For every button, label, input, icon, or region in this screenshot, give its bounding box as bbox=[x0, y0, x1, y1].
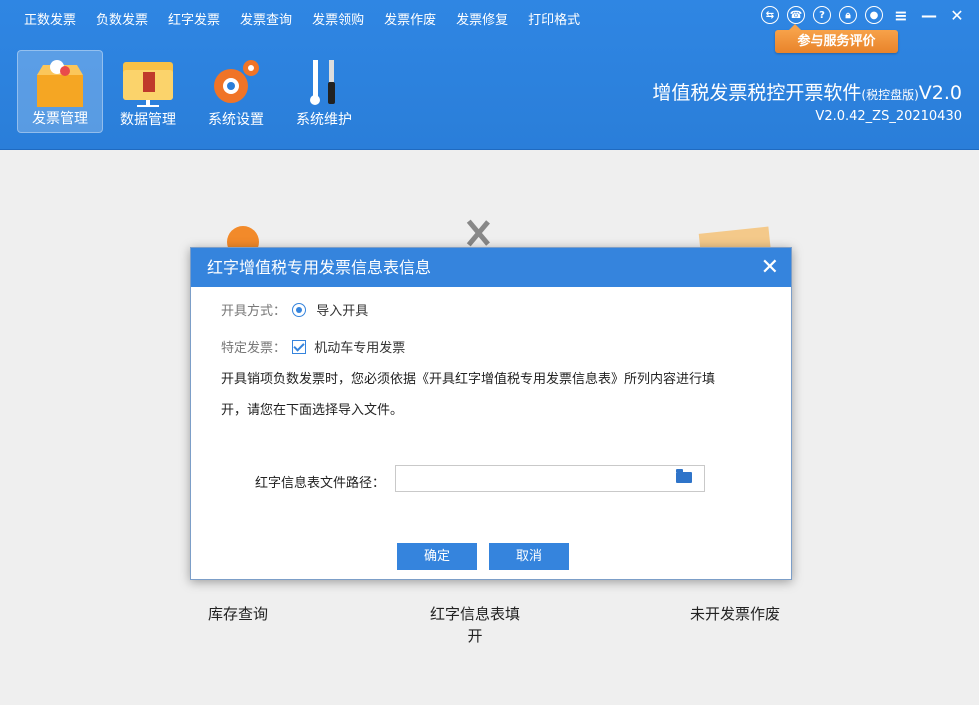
red-info-dialog: 红字增值税专用发票信息表信息 ✕ 开具方式： 导入开具 特定发票： 机动车专用发… bbox=[190, 247, 792, 580]
folder-icon bbox=[123, 62, 173, 107]
phone-icon[interactable]: ☎ bbox=[787, 6, 805, 24]
app-header: 正数发票 负数发票 红字发票 发票查询 发票领购 发票作废 发票修复 打印格式 … bbox=[0, 0, 979, 150]
tool-label: 发票管理 bbox=[32, 111, 88, 127]
window-controls: ⇆ ☎ ? 🔒︎ ● ≡ — ✕ bbox=[753, 6, 967, 25]
menu-print-format[interactable]: 打印格式 bbox=[528, 9, 580, 28]
menu-negative-invoice[interactable]: 负数发票 bbox=[96, 9, 148, 28]
main-toolbar: 发票管理 数据管理 系统设置 系统维护 bbox=[17, 50, 369, 133]
menu-positive-invoice[interactable]: 正数发票 bbox=[24, 9, 76, 28]
menu-invoice-purchase[interactable]: 发票领购 bbox=[312, 9, 364, 28]
service-feedback-button[interactable]: 参与服务评价 bbox=[775, 24, 898, 53]
brand-block: 增值税发票税控开票软件(税控盘版)V2.0 V2.0.42_ZS_2021043… bbox=[652, 78, 962, 124]
minimize-icon[interactable]: — bbox=[919, 6, 939, 25]
description-line-1: 开具销项负数发票时，您必须依据《开具红字增值税专用发票信息表》所列内容进行填 bbox=[221, 372, 716, 387]
menu-bar: 正数发票 负数发票 红字发票 发票查询 发票领购 发票作废 发票修复 打印格式 bbox=[14, 0, 590, 36]
help-icon[interactable]: ? bbox=[813, 6, 831, 24]
path-label: 红字信息表文件路径： bbox=[255, 476, 386, 491]
tool-data-management[interactable]: 数据管理 bbox=[105, 50, 191, 133]
tools-icon bbox=[310, 60, 335, 105]
dialog-title: 红字增值税专用发票信息表信息 bbox=[207, 258, 432, 277]
app-title-suffix: V2.0 bbox=[918, 82, 962, 104]
special-row: 特定发票： 机动车专用发票 bbox=[221, 337, 405, 356]
close-icon[interactable]: ✕ bbox=[947, 6, 967, 25]
menu-red-invoice[interactable]: 红字发票 bbox=[168, 9, 220, 28]
invoice-box-icon bbox=[37, 60, 83, 107]
dialog-title-bar: 红字增值税专用发票信息表信息 ✕ bbox=[191, 248, 791, 287]
lock-icon[interactable]: 🔒︎ bbox=[839, 6, 857, 24]
tool-label: 系统维护 bbox=[296, 112, 352, 128]
tool-invoice-management[interactable]: 发票管理 bbox=[17, 50, 103, 133]
description-line-2: 开，请您在下面选择导入文件。 bbox=[221, 403, 404, 418]
import-radio[interactable] bbox=[292, 303, 307, 317]
method-label: 开具方式： bbox=[221, 304, 287, 319]
app-version: V2.0.42_ZS_20210430 bbox=[815, 109, 962, 124]
user-icon[interactable]: ● bbox=[865, 6, 883, 24]
tool-label: 数据管理 bbox=[120, 112, 176, 128]
tool-label: 系统设置 bbox=[208, 112, 264, 128]
tool-system-maintenance[interactable]: 系统维护 bbox=[281, 50, 367, 133]
card-unissued-void[interactable]: 未开发票作废 bbox=[680, 603, 790, 624]
vehicle-invoice-checkbox[interactable] bbox=[292, 340, 307, 354]
method-value: 导入开具 bbox=[316, 304, 369, 319]
menu-invoice-repair[interactable]: 发票修复 bbox=[456, 9, 508, 28]
method-row: 开具方式： 导入开具 bbox=[221, 300, 368, 319]
exchange-icon[interactable]: ⇆ bbox=[761, 6, 779, 24]
file-path-input[interactable] bbox=[395, 465, 705, 492]
app-title-text: 增值税发票税控开票软件 bbox=[652, 82, 862, 104]
menu-invoice-void[interactable]: 发票作废 bbox=[384, 9, 436, 28]
dialog-description: 开具销项负数发票时，您必须依据《开具红字增值税专用发票信息表》所列内容进行填 开… bbox=[221, 364, 771, 426]
card-inventory-query[interactable]: 库存查询 bbox=[198, 603, 278, 624]
special-label: 特定发票： bbox=[221, 341, 287, 356]
card-red-info-fill[interactable]: 红字信息表填开 bbox=[425, 603, 525, 647]
ok-button[interactable]: 确定 bbox=[397, 543, 477, 570]
tool-system-settings[interactable]: 系统设置 bbox=[193, 50, 279, 133]
menu-icon[interactable]: ≡ bbox=[891, 6, 911, 25]
app-title: 增值税发票税控开票软件(税控盘版)V2.0 bbox=[652, 78, 962, 105]
app-edition: (税控盘版) bbox=[861, 88, 919, 102]
cancel-button[interactable]: 取消 bbox=[489, 543, 569, 570]
special-value: 机动车专用发票 bbox=[314, 341, 406, 356]
dialog-close-icon[interactable]: ✕ bbox=[761, 248, 779, 287]
folder-open-icon[interactable] bbox=[676, 469, 692, 483]
menu-invoice-query[interactable]: 发票查询 bbox=[240, 9, 292, 28]
gear-icon bbox=[214, 60, 259, 103]
